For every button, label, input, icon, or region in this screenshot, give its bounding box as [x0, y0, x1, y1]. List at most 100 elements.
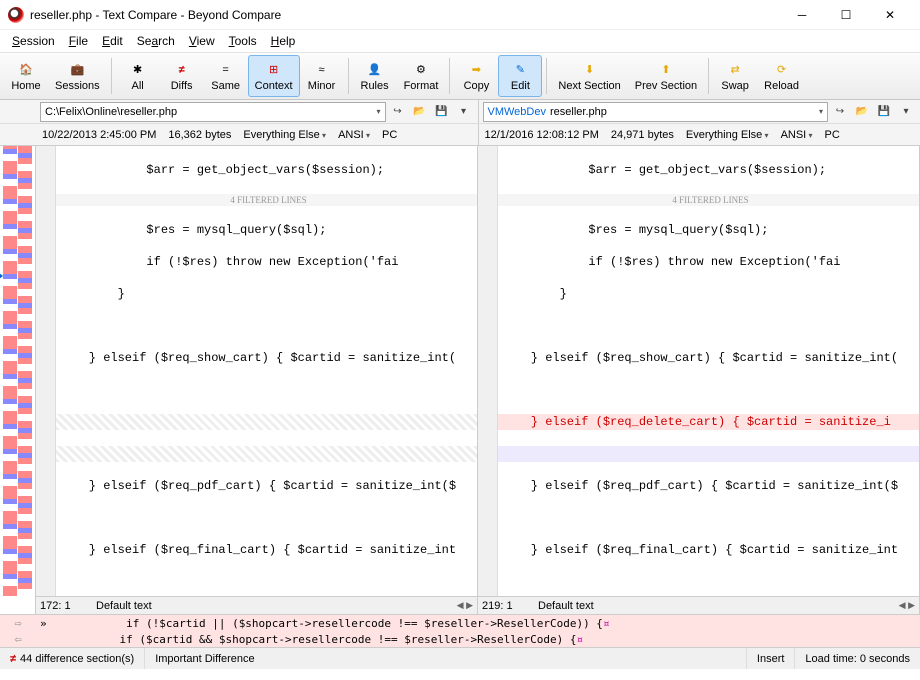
right-context-label: Default text: [538, 600, 594, 612]
home-button[interactable]: 🏠Home: [4, 55, 48, 97]
menu-file[interactable]: File: [63, 32, 94, 50]
status-loadtime: Load time: 0 seconds: [795, 648, 920, 669]
same-button[interactable]: =Same: [204, 55, 248, 97]
path-row: C:\Felix\Online\reseller.php▾ ↪ 📂 💾 ▾ VM…: [0, 100, 920, 124]
referee-icon: 👤: [365, 61, 385, 79]
all-button[interactable]: ✱All: [116, 55, 160, 97]
left-platform: PC: [382, 129, 397, 141]
menu-edit[interactable]: Edit: [96, 32, 129, 50]
left-pane: $arr = get_object_vars($session); 4 FILT…: [36, 146, 478, 614]
diffs-button[interactable]: ≠Diffs: [160, 55, 204, 97]
menu-tools[interactable]: Tools: [223, 32, 263, 50]
filtered-marker: 4 FILTERED LINES: [498, 194, 919, 206]
edit-button[interactable]: ✎Edit: [498, 55, 542, 97]
merge-right-icon[interactable]: ⇨: [0, 616, 36, 630]
left-menu-button[interactable]: ▾: [454, 102, 474, 122]
toolbar-separator: [348, 58, 349, 94]
menu-search[interactable]: Search: [131, 32, 181, 50]
left-mru-button[interactable]: ↪: [388, 102, 408, 122]
main-area: $arr = get_object_vars($session); 4 FILT…: [0, 146, 920, 614]
line-diff-panel: ⇨ » if (!$cartid || ($shopcart->reseller…: [0, 614, 920, 647]
prev-section-button[interactable]: ⬆Prev Section: [628, 55, 704, 97]
toolbar-separator: [546, 58, 547, 94]
code-line: $arr = get_object_vars($session);: [56, 162, 477, 178]
code-line: $res = mysql_query($sql);: [498, 222, 919, 238]
swap-button[interactable]: ⇄Swap: [713, 55, 757, 97]
next-section-button[interactable]: ⬇Next Section: [551, 55, 627, 97]
right-mru-button[interactable]: ↪: [830, 102, 850, 122]
menu-session[interactable]: Session: [6, 32, 61, 50]
status-hint: Important Difference: [145, 648, 747, 669]
toolbar-separator: [449, 58, 450, 94]
left-path-combo[interactable]: C:\Felix\Online\reseller.php▾: [40, 102, 386, 122]
code-line: [498, 318, 919, 334]
reload-icon: ⟳: [772, 61, 792, 79]
context-button[interactable]: ⊞Context: [248, 55, 300, 97]
reload-button[interactable]: ⟳Reload: [757, 55, 806, 97]
gap-line: [56, 446, 477, 462]
right-browse-button[interactable]: 📂: [852, 102, 872, 122]
left-browse-button[interactable]: 📂: [410, 102, 430, 122]
code-line: [498, 510, 919, 526]
equals-icon: =: [216, 61, 236, 79]
line-diff-row: ⇨ » if (!$cartid || ($shopcart->reseller…: [0, 615, 920, 631]
code-line: } elseif ($req_show_cart) { $cartid = sa…: [498, 350, 919, 366]
menu-help[interactable]: Help: [265, 32, 302, 50]
left-encoding-combo[interactable]: ANSI: [338, 129, 370, 141]
code-line: } elseif ($req_pdf_cart) { $cartid = san…: [56, 478, 477, 494]
left-hscroll[interactable]: ◀ ▶: [457, 600, 473, 611]
format-button[interactable]: ⚙Format: [397, 55, 446, 97]
statusbar: ≠44 difference section(s) Important Diff…: [0, 647, 920, 669]
gear-icon: ⚙: [411, 61, 431, 79]
menu-view[interactable]: View: [183, 32, 221, 50]
not-equal-icon: ≠: [172, 61, 192, 79]
arrow-up-icon: ⬆: [656, 61, 676, 79]
maximize-button[interactable]: ☐: [824, 1, 868, 29]
menubar: Session File Edit Search View Tools Help: [0, 30, 920, 52]
rules-button[interactable]: 👤Rules: [353, 55, 397, 97]
line-diff-row: ⇦ if ($cartid && $shopcart->resellercode…: [0, 631, 920, 647]
code-line: } elseif ($req_final_cart) { $cartid = s…: [498, 542, 919, 558]
right-path-combo[interactable]: VMWebDevreseller.php▾: [483, 102, 829, 122]
arrow-right-icon: ➡: [466, 61, 486, 79]
code-line: $res = mysql_query($sql);: [56, 222, 477, 238]
code-line: [498, 382, 919, 398]
info-row: 10/22/2013 2:45:00 PM 16,362 bytes Every…: [0, 124, 920, 146]
right-menu-button[interactable]: ▾: [896, 102, 916, 122]
code-line: } elseif ($req_pdf_cart) { $cartid = san…: [498, 478, 919, 494]
thumbnail-overview[interactable]: [0, 146, 36, 614]
not-equal-icon: ≠: [10, 653, 16, 665]
toolbar-separator: [708, 58, 709, 94]
left-code-view[interactable]: $arr = get_object_vars($session); 4 FILT…: [36, 146, 477, 596]
titlebar: reseller.php - Text Compare - Beyond Com…: [0, 0, 920, 30]
right-code-view[interactable]: $arr = get_object_vars($session); 4 FILT…: [478, 146, 919, 596]
merge-left-icon[interactable]: ⇦: [0, 632, 36, 646]
status-mode: Insert: [747, 648, 796, 669]
code-line: }: [56, 286, 477, 302]
sessions-button[interactable]: 💼Sessions: [48, 55, 107, 97]
code-line: [56, 574, 477, 590]
left-cursor-pos: 172: 1: [40, 600, 88, 612]
toolbar: 🏠Home 💼Sessions ✱All ≠Diffs =Same ⊞Conte…: [0, 52, 920, 100]
right-encoding-combo[interactable]: ANSI: [781, 129, 813, 141]
code-line: } elseif ($req_show_cart) { $cartid = sa…: [56, 350, 477, 366]
minor-button[interactable]: ≈Minor: [300, 55, 344, 97]
left-filter-combo[interactable]: Everything Else: [243, 129, 326, 141]
right-save-button[interactable]: 💾: [874, 102, 894, 122]
left-context-label: Default text: [96, 600, 152, 612]
code-line: $arr = get_object_vars($session);: [498, 162, 919, 178]
toolbar-separator: [111, 58, 112, 94]
window-title: reseller.php - Text Compare - Beyond Com…: [30, 8, 780, 22]
left-save-button[interactable]: 💾: [432, 102, 452, 122]
right-hscroll[interactable]: ◀ ▶: [899, 600, 915, 611]
close-button[interactable]: ✕: [868, 1, 912, 29]
copy-button[interactable]: ➡Copy: [454, 55, 498, 97]
right-filter-combo[interactable]: Everything Else: [686, 129, 769, 141]
code-line: if (!$res) throw new Exception('fai: [56, 254, 477, 270]
diff-line: [498, 446, 919, 462]
minimize-button[interactable]: ─: [780, 1, 824, 29]
home-icon: 🏠: [16, 61, 36, 79]
right-date: 12/1/2016 12:08:12 PM: [485, 129, 599, 141]
context-icon: ⊞: [264, 61, 284, 79]
app-icon: [8, 7, 24, 23]
